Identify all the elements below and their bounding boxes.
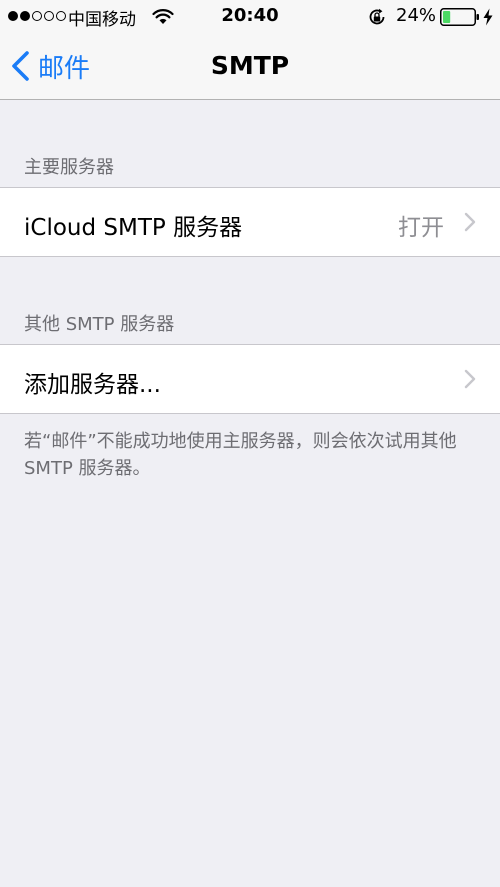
status-bar: 中国移动 20:40 24% bbox=[0, 0, 500, 34]
section-header-other: 其他 SMTP 服务器 bbox=[24, 314, 175, 335]
rotation-lock-icon bbox=[369, 8, 385, 25]
other-servers-group: 添加服务器... bbox=[0, 344, 500, 414]
footer-note: 若“邮件”不能成功地使用主服务器，则会依次试用其他 SMTP 服务器。 bbox=[24, 431, 457, 479]
cell-label: 添加服务器... bbox=[24, 372, 161, 398]
chevron-right-icon bbox=[464, 369, 476, 389]
page-title: SMTP bbox=[210, 51, 290, 80]
bolt-icon bbox=[483, 8, 493, 26]
add-server-cell[interactable]: 添加服务器... bbox=[0, 345, 500, 413]
icloud-smtp-server-cell[interactable]: iCloud SMTP 服务器 打开 bbox=[0, 188, 500, 256]
navigation-bar: 邮件 SMTP bbox=[0, 34, 500, 100]
battery-percentage: 24% bbox=[396, 5, 437, 26]
section-header-primary: 主要服务器 bbox=[24, 157, 114, 178]
primary-server-group: iCloud SMTP 服务器 打开 bbox=[0, 187, 500, 257]
cell-label: iCloud SMTP 服务器 bbox=[24, 215, 243, 241]
cell-value: 打开 bbox=[398, 215, 444, 241]
battery-icon bbox=[440, 8, 479, 26]
chevron-right-icon bbox=[464, 212, 476, 232]
